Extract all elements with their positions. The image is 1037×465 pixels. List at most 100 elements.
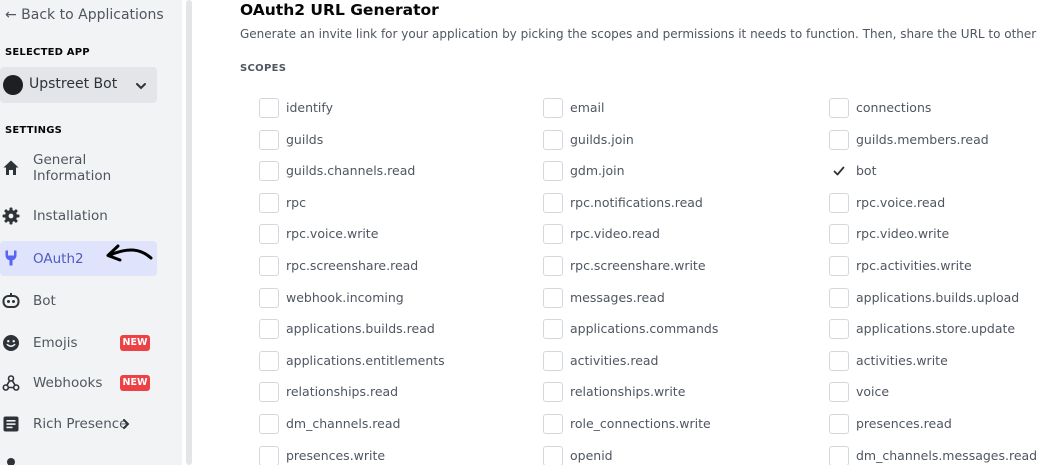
sidebar-item-bot[interactable]: Bot [0, 287, 157, 315]
scope-checkbox[interactable] [543, 130, 563, 150]
scope-checkbox[interactable] [543, 351, 563, 371]
main-content: OAuth2 URL Generator Generate an invite … [192, 0, 1037, 465]
scope-label: rpc.voice.write [286, 226, 379, 241]
scope-label: guilds [286, 132, 324, 147]
scope-label: guilds.channels.read [286, 163, 416, 178]
scope-label: messages.read [570, 290, 665, 305]
scope-checkbox[interactable] [543, 161, 563, 181]
scope-label: rpc.video.write [856, 226, 950, 241]
scope-checkbox[interactable] [543, 382, 563, 402]
scope-label: role_connections.write [570, 416, 711, 431]
scope-label: rpc.notifications.read [570, 195, 703, 210]
scope-checkbox[interactable] [259, 319, 279, 339]
smiley-icon [2, 334, 20, 352]
scope-checkbox[interactable] [259, 193, 279, 213]
scope-label: presences.write [286, 448, 386, 463]
sidebar-item-rich-presence[interactable]: Rich Presence [0, 409, 157, 439]
sidebar-item-webhooks[interactable]: Webhooks NEW [0, 368, 157, 398]
sidebar-item-label: Emojis [33, 335, 78, 351]
scope-checkbox[interactable] [829, 193, 849, 213]
scope-checkbox[interactable] [543, 193, 563, 213]
scope-label: email [570, 100, 605, 115]
document-icon [2, 415, 20, 433]
scope-checkbox[interactable] [259, 382, 279, 402]
scope-checkbox[interactable] [543, 319, 563, 339]
scope-label: rpc.voice.read [856, 195, 946, 210]
scope-label: rpc.video.read [570, 226, 660, 241]
sidebar-item-emojis[interactable]: Emojis NEW [0, 328, 157, 358]
new-badge: NEW [120, 335, 150, 351]
scope-label: rpc [286, 195, 306, 210]
scope-label: rpc.activities.write [856, 258, 972, 273]
scope-checkbox[interactable] [259, 130, 279, 150]
sidebar: ← Back to Applications SELECTED APP Upst… [0, 0, 182, 465]
app-selector[interactable]: Upstreet Bot [0, 67, 157, 103]
scope-label: relationships.write [570, 384, 686, 399]
home-icon [2, 159, 20, 177]
scope-checkbox[interactable] [543, 288, 563, 308]
page-description: Generate an invite link for your applica… [240, 27, 1037, 41]
scope-label: bot [856, 163, 877, 178]
scope-checkbox[interactable] [543, 414, 563, 434]
chevron-right-icon [123, 419, 130, 429]
scopes-label: SCOPES [240, 63, 287, 74]
webhook-icon [2, 374, 20, 392]
scope-label: applications.builds.read [286, 321, 435, 336]
scope-label: activities.write [856, 353, 948, 368]
scope-checkbox[interactable] [259, 224, 279, 244]
annotation-arrow-icon [106, 244, 153, 262]
sidebar-item-installation[interactable]: Installation [0, 201, 157, 231]
scope-checkbox[interactable] [259, 161, 279, 181]
selected-app-label: SELECTED APP [5, 47, 90, 58]
sidebar-item-label: Webhooks [33, 375, 103, 391]
scope-label: applications.entitlements [286, 353, 445, 368]
scope-label: openid [570, 448, 613, 463]
scope-label: dm_channels.messages.read [856, 448, 1037, 463]
scope-checkbox[interactable] [543, 256, 563, 276]
back-to-applications-link[interactable]: ← Back to Applications [5, 7, 164, 23]
scope-checkbox[interactable] [829, 446, 849, 465]
scope-label: activities.read [570, 353, 659, 368]
scope-checkbox[interactable] [829, 414, 849, 434]
bot-icon [2, 292, 20, 310]
scope-checkbox[interactable] [543, 224, 563, 244]
checkmark-icon [833, 166, 845, 176]
scope-label: dm_channels.read [286, 416, 401, 431]
chevron-down-icon [136, 83, 146, 90]
scope-checkbox[interactable] [543, 446, 563, 465]
wrench-icon [2, 249, 20, 267]
scope-checkbox[interactable] [259, 288, 279, 308]
gear-icon [2, 207, 20, 225]
sidebar-item-label: General [33, 152, 87, 168]
scope-checkbox[interactable] [829, 98, 849, 118]
scope-label: rpc.screenshare.read [286, 258, 419, 273]
page-title: OAuth2 URL Generator [240, 1, 439, 19]
app-avatar [3, 75, 23, 95]
scope-checkbox[interactable] [829, 288, 849, 308]
scope-checkbox[interactable] [829, 382, 849, 402]
scope-checkbox[interactable] [259, 446, 279, 465]
scope-checkbox[interactable] [829, 256, 849, 276]
scope-label: identify [286, 100, 333, 115]
scope-checkbox[interactable] [259, 351, 279, 371]
scope-checkbox[interactable] [259, 98, 279, 118]
scope-checkbox[interactable] [829, 351, 849, 371]
scope-checkbox[interactable] [543, 98, 563, 118]
sidebar-item-label: Rich Presence [33, 416, 128, 432]
scope-checkbox[interactable] [829, 224, 849, 244]
scope-checkbox[interactable] [259, 414, 279, 434]
scope-checkbox[interactable] [829, 319, 849, 339]
scope-label: connections [856, 100, 932, 115]
scope-checkbox[interactable] [829, 130, 849, 150]
scope-checkbox[interactable] [259, 256, 279, 276]
scope-label: webhook.incoming [286, 290, 404, 305]
scope-label: voice [856, 384, 890, 399]
scope-checkbox[interactable] [829, 161, 849, 181]
scope-label: rpc.screenshare.write [570, 258, 706, 273]
scope-label: applications.commands [570, 321, 719, 336]
scope-label: relationships.read [286, 384, 399, 399]
sidebar-item-label: Bot [33, 293, 56, 309]
sidebar-item-label: OAuth2 [33, 251, 84, 267]
scope-label: presences.read [856, 416, 952, 431]
sidebar-item-general-information[interactable]: General Information [0, 148, 157, 188]
